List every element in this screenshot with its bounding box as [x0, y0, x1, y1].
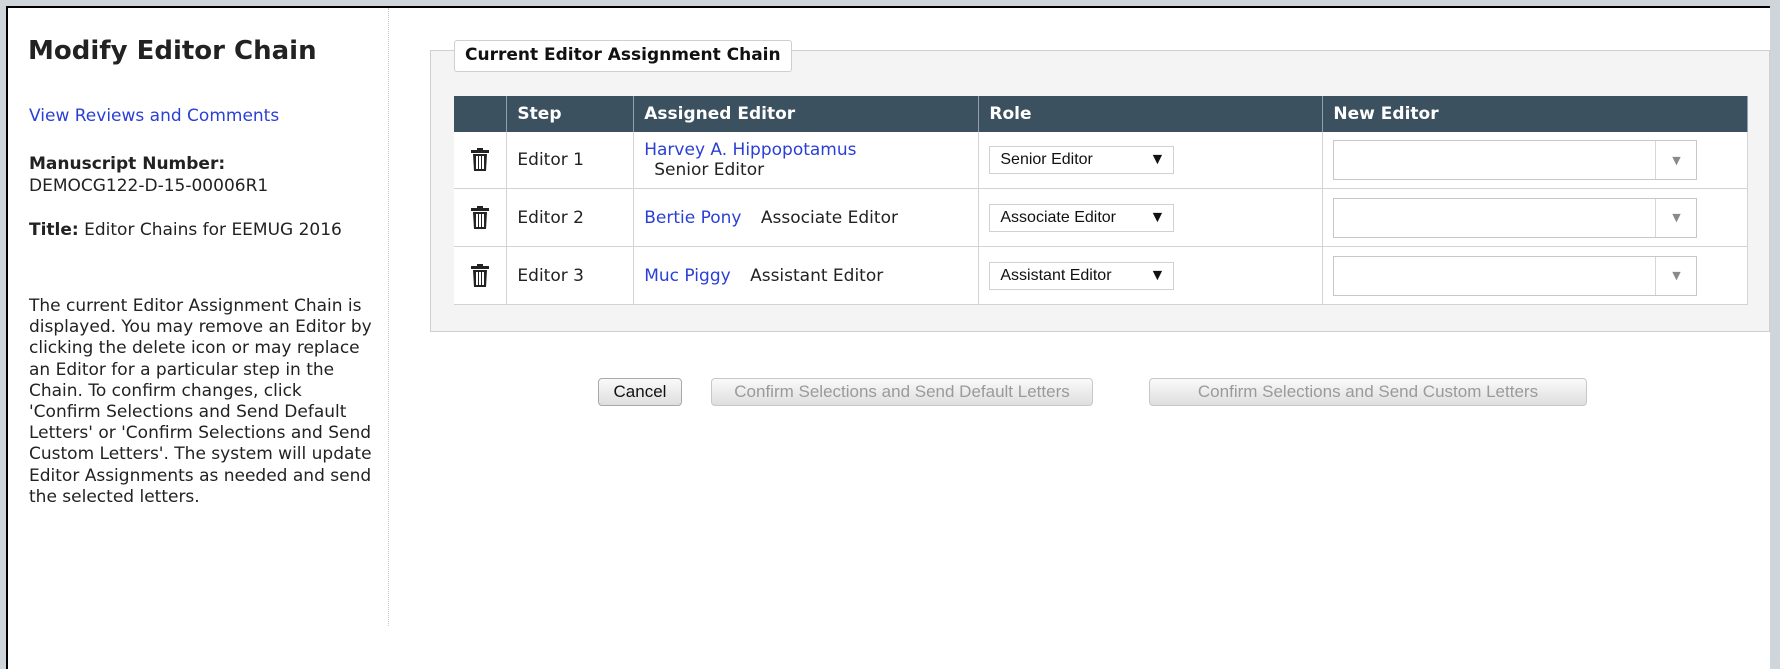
page-frame: Modify Editor Chain View Reviews and Com…: [6, 6, 1770, 669]
cancel-button[interactable]: Cancel: [598, 378, 682, 406]
role-select-value: Senior Editor: [1000, 151, 1093, 168]
delete-cell: [454, 188, 508, 247]
title-label: Title:: [29, 220, 79, 240]
role-select-value: Assistant Editor: [1000, 266, 1112, 284]
role-cell: Associate Editor ▼: [978, 188, 1324, 247]
view-reviews-link[interactable]: View Reviews and Comments: [29, 106, 279, 126]
role-cell: Assistant Editor ▼: [978, 246, 1324, 305]
role-select-value: Associate Editor: [1000, 208, 1116, 226]
column-header-delete: [454, 96, 508, 132]
role-select[interactable]: Senior Editor ▼: [989, 146, 1175, 174]
new-editor-select[interactable]: ▼: [1333, 197, 1698, 238]
new-editor-cell: ▼: [1322, 188, 1748, 247]
step-cell: Editor 1: [506, 132, 635, 189]
column-header-role: Role: [978, 96, 1324, 132]
delete-cell: [454, 132, 508, 189]
chevron-down-icon: ▼: [1655, 141, 1696, 179]
table-header-row: Step Assigned Editor Role New Editor: [454, 96, 1748, 132]
chevron-down-icon: ▼: [1655, 256, 1696, 295]
assigned-editor-cell: Bertie Pony Associate Editor: [633, 188, 980, 247]
manuscript-number-label: Manuscript Number:: [29, 154, 226, 174]
trash-icon[interactable]: [469, 205, 491, 230]
editor-role: Associate Editor: [760, 207, 898, 228]
column-header-assigned-editor: Assigned Editor: [633, 96, 980, 132]
chevron-down-icon: ▼: [1655, 198, 1696, 237]
new-editor-select[interactable]: ▼: [1333, 255, 1698, 296]
role-cell: Senior Editor ▼: [978, 132, 1324, 189]
title-value: Editor Chains for EEMUG 2016: [84, 220, 342, 240]
chevron-down-icon: ▼: [1149, 208, 1166, 226]
table-row: Editor 3 Muc Piggy Assistant Editor Assi…: [454, 246, 1748, 305]
manuscript-title: Title: Editor Chains for EEMUG 2016: [29, 220, 369, 241]
editor-name-link[interactable]: Harvey A. Hippopotamus: [644, 140, 856, 160]
trash-icon[interactable]: [469, 263, 491, 288]
editor-role: Senior Editor: [654, 160, 765, 180]
table-row: Editor 2 Bertie Pony Associate Editor As…: [454, 188, 1748, 247]
editor-name-link[interactable]: Muc Piggy: [644, 266, 730, 286]
column-header-new-editor: New Editor: [1322, 96, 1748, 132]
new-editor-select[interactable]: ▼: [1333, 140, 1698, 180]
fieldset-legend: Current Editor Assignment Chain: [454, 40, 792, 72]
editor-role: Assistant Editor: [750, 265, 884, 286]
chevron-down-icon: ▼: [1149, 151, 1166, 168]
trash-icon[interactable]: [469, 148, 491, 172]
confirm-custom-letters-button[interactable]: Confirm Selections and Send Custom Lette…: [1149, 378, 1587, 406]
assigned-editor-cell: Muc Piggy Assistant Editor: [633, 246, 980, 305]
manuscript-number-value: DEMOCG122-D-15-00006R1: [29, 176, 269, 196]
confirm-default-letters-button[interactable]: Confirm Selections and Send Default Lett…: [711, 378, 1093, 406]
help-text: The current Editor Assignment Chain is d…: [29, 296, 372, 507]
new-editor-cell: ▼: [1322, 132, 1748, 189]
table-row: Editor 1 Harvey A. Hippopotamus Senior E…: [454, 132, 1748, 189]
step-cell: Editor 2: [506, 188, 635, 247]
page-title: Modify Editor Chain: [28, 36, 317, 66]
role-select[interactable]: Associate Editor ▼: [989, 203, 1175, 232]
delete-cell: [454, 246, 508, 305]
role-select[interactable]: Assistant Editor ▼: [989, 261, 1175, 290]
editor-chain-table: Step Assigned Editor Role New Editor Edi…: [454, 96, 1748, 305]
assigned-editor-cell: Harvey A. Hippopotamus Senior Editor: [633, 132, 980, 189]
sidebar: Modify Editor Chain View Reviews and Com…: [8, 8, 389, 626]
chevron-down-icon: ▼: [1149, 266, 1166, 284]
column-header-step: Step: [506, 96, 635, 132]
step-cell: Editor 3: [506, 246, 635, 305]
new-editor-cell: ▼: [1322, 246, 1748, 305]
editor-name-link[interactable]: Bertie Pony: [644, 208, 741, 228]
